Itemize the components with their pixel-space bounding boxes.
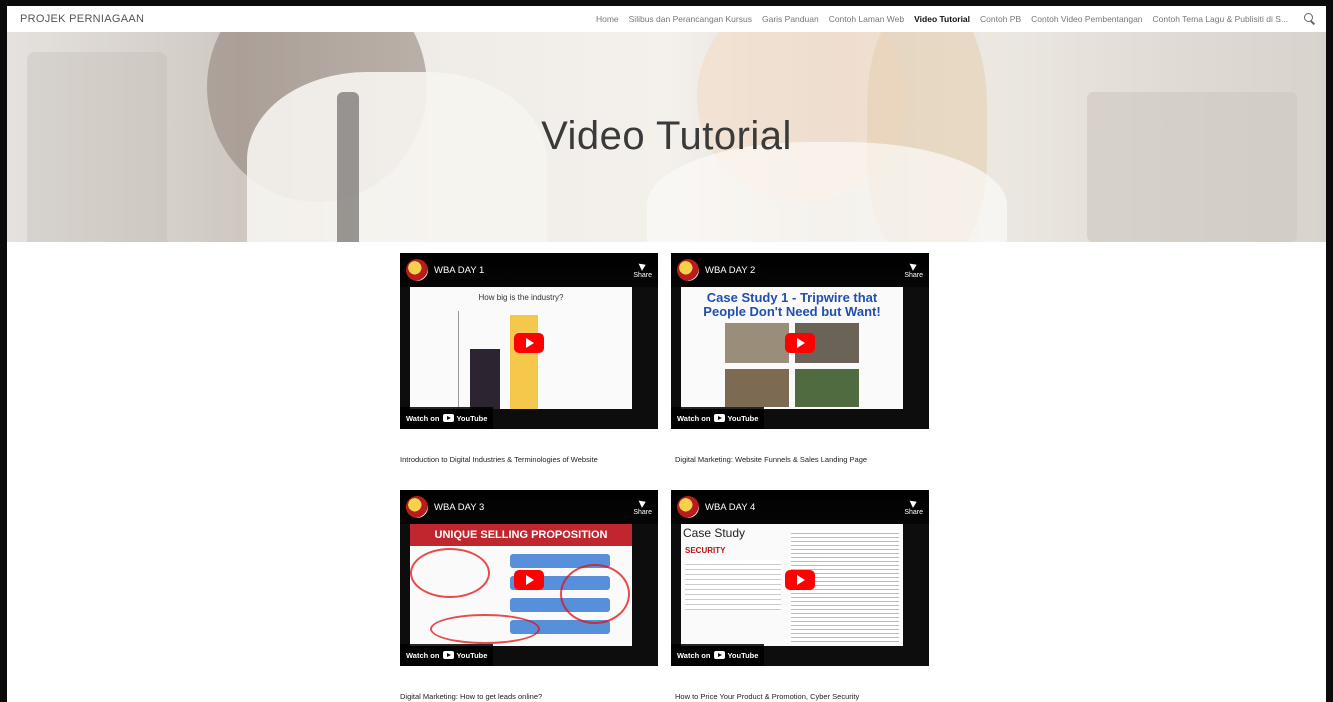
youtube-play-icon [443, 651, 455, 659]
nav-item-contoh-pb[interactable]: Contoh PB [980, 14, 1021, 24]
share-button[interactable]: Share [633, 497, 652, 516]
watch-on-youtube-button[interactable]: Watch on YouTube [671, 644, 765, 666]
play-button[interactable] [785, 333, 815, 353]
youtube-wordmark: YouTube [727, 650, 759, 660]
nav-item-home[interactable]: Home [596, 14, 619, 24]
youtube-play-icon [714, 651, 726, 659]
search-icon[interactable] [1304, 13, 1316, 25]
video-title[interactable]: WBA DAY 1 [434, 265, 484, 276]
video-header: WBA DAY 3 Share [400, 490, 658, 524]
main-nav: Home Silibus dan Perancangan Kursus Gari… [596, 13, 1316, 25]
nav-item-contoh-laman-web[interactable]: Contoh Laman Web [829, 14, 904, 24]
video-caption: Digital Marketing: How to get leads onli… [400, 692, 543, 701]
youtube-logo-icon: YouTube [714, 414, 758, 423]
video-embed-day-3[interactable]: WBA DAY 3 Share UNIQUE SELLING PROPOSITI… [400, 490, 658, 666]
hero-banner: Video Tutorial [7, 32, 1326, 242]
slide-image [795, 369, 859, 407]
share-label: Share [904, 508, 923, 516]
youtube-wordmark: YouTube [456, 413, 488, 423]
page-title: Video Tutorial [541, 114, 792, 158]
site-brand[interactable]: PROJEK PERNIAGAAN [20, 13, 144, 25]
top-navigation-bar: PROJEK PERNIAGAAN Home Silibus dan Peran… [7, 6, 1326, 32]
video-title[interactable]: WBA DAY 2 [705, 265, 755, 276]
video-header: WBA DAY 4 Share [671, 490, 929, 524]
watch-on-label: Watch on [406, 413, 440, 423]
youtube-logo-icon: YouTube [443, 414, 487, 423]
slide-text-block [685, 560, 781, 610]
annotation-ink [430, 614, 540, 644]
channel-avatar[interactable] [406, 496, 428, 518]
watch-on-label: Watch on [677, 413, 711, 423]
nav-item-video-tutorial[interactable]: Video Tutorial [914, 14, 970, 24]
annotation-ink [560, 564, 630, 624]
nav-item-garis-panduan[interactable]: Garis Panduan [762, 14, 819, 24]
share-label: Share [904, 271, 923, 279]
share-button[interactable]: Share [633, 260, 652, 279]
slide-title: How big is the industry? [478, 293, 564, 302]
play-button[interactable] [785, 570, 815, 590]
nav-item-silibus[interactable]: Silibus dan Perancangan Kursus [629, 14, 752, 24]
nav-item-contoh-tema-lagu[interactable]: Contoh Tema Lagu & Publisiti di S... [1153, 14, 1288, 24]
channel-avatar[interactable] [406, 259, 428, 281]
share-label: Share [633, 271, 652, 279]
youtube-wordmark: YouTube [727, 413, 759, 423]
slide-title: UNIQUE SELLING PROPOSITION [410, 524, 632, 546]
share-button[interactable]: Share [904, 497, 923, 516]
video-embed-day-4[interactable]: WBA DAY 4 Share Case Study SECURITY Watc… [671, 490, 929, 666]
watch-on-label: Watch on [406, 650, 440, 660]
watch-on-youtube-button[interactable]: Watch on YouTube [400, 407, 494, 429]
watch-on-label: Watch on [677, 650, 711, 660]
youtube-play-icon [443, 414, 455, 422]
nav-item-contoh-video-pembentangan[interactable]: Contoh Video Pembentangan [1031, 14, 1142, 24]
slide-image [725, 323, 789, 363]
share-icon [909, 260, 919, 271]
share-icon [638, 260, 648, 271]
share-icon [638, 497, 648, 508]
watch-on-youtube-button[interactable]: Watch on YouTube [400, 644, 494, 666]
share-label: Share [633, 508, 652, 516]
video-title[interactable]: WBA DAY 3 [434, 502, 484, 513]
video-header: WBA DAY 2 Share [671, 253, 929, 287]
slide-title: Case Study [683, 526, 746, 540]
channel-avatar[interactable] [677, 496, 699, 518]
video-caption: Digital Marketing: Website Funnels & Sal… [675, 455, 868, 464]
youtube-logo-icon: YouTube [443, 651, 487, 660]
play-button[interactable] [514, 333, 544, 353]
play-button[interactable] [514, 570, 544, 590]
youtube-play-icon [714, 414, 726, 422]
share-icon [909, 497, 919, 508]
slide-chart-axis [458, 311, 459, 409]
share-button[interactable]: Share [904, 260, 923, 279]
video-caption: How to Price Your Product & Promotion, C… [675, 692, 860, 701]
annotation-ink [410, 548, 490, 598]
slide-title: Case Study 1 - Tripwire that People Don'… [703, 290, 881, 319]
youtube-wordmark: YouTube [456, 650, 488, 660]
video-embed-day-2[interactable]: WBA DAY 2 Share Case Study 1 - Tripwire … [671, 253, 929, 429]
slide-chart-bar [470, 349, 500, 409]
slide-image [725, 369, 789, 407]
watch-on-youtube-button[interactable]: Watch on YouTube [671, 407, 765, 429]
slide-chart-bar [510, 315, 538, 409]
video-caption: Introduction to Digital Industries & Ter… [400, 455, 598, 464]
video-embed-day-1[interactable]: WBA DAY 1 Share How big is the industry?… [400, 253, 658, 429]
channel-avatar[interactable] [677, 259, 699, 281]
slide-section-heading: SECURITY [685, 546, 726, 555]
youtube-logo-icon: YouTube [714, 651, 758, 660]
video-title[interactable]: WBA DAY 4 [705, 502, 755, 513]
video-header: WBA DAY 1 Share [400, 253, 658, 287]
